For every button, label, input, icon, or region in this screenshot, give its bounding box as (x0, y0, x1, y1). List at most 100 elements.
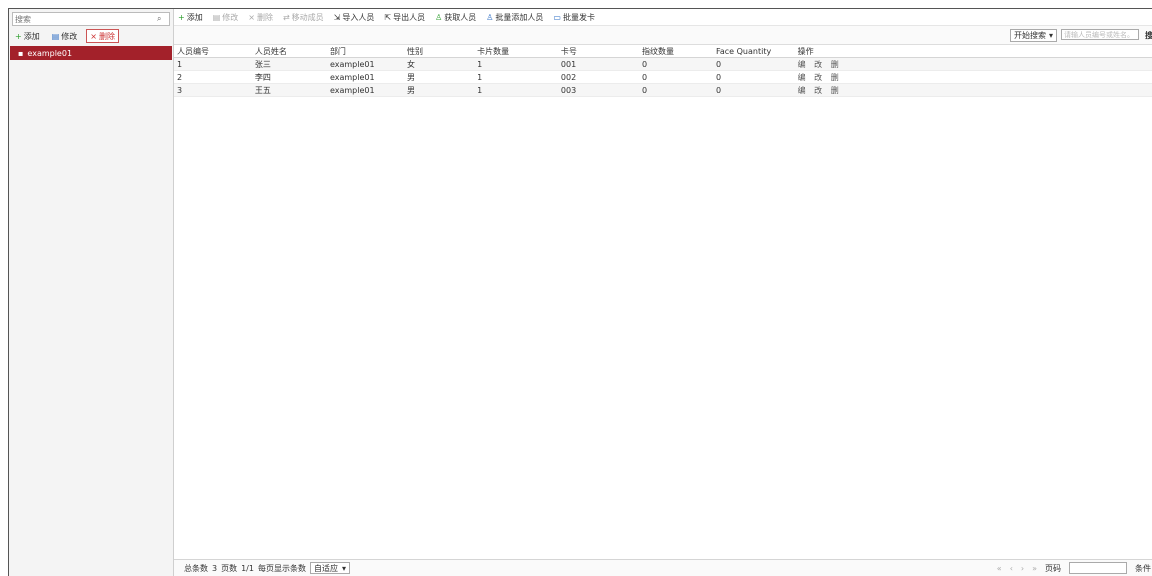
table-row[interactable]: 1 张三 example01 女 1 001 0 0 编 改 删 (174, 57, 1152, 71)
column-header[interactable]: 指纹数量 (638, 45, 713, 58)
per-page-select[interactable]: 自适应 ▾ (309, 562, 350, 574)
cell-gender: 女 (404, 57, 475, 71)
column-header[interactable]: 性别 (404, 45, 475, 58)
table-header-row: 人员编号 人员姓名 部门 性别 卡片数量 卡号 指纹数量 Face Quanti… (174, 45, 1152, 58)
goto-label: 页码 (1045, 563, 1061, 573)
add-department-button[interactable]: + 添加 (12, 30, 43, 42)
batch-add-button[interactable]: ♙ 批量添加人员 (486, 12, 543, 23)
import-icon: ⇲ (333, 12, 341, 22)
department-toolbar: + 添加 ▤ 修改 × 删除 (12, 29, 119, 43)
personnel-panel: + 添加 ▤ 修改 × 删除 ⇄ 移动成员 ⇲ 导入人员 ⇱ 导出人员 ♙ 获取人员 ♙ 批量添… (174, 9, 1152, 576)
row-actions[interactable]: 编 改 删 (794, 83, 1152, 97)
edit-person-button[interactable]: ▤ 修改 (213, 12, 239, 23)
close-icon: × (90, 31, 97, 41)
delete-person-button[interactable]: × 删除 (248, 12, 273, 23)
personnel-toolbar: + 添加 ▤ 修改 × 删除 ⇄ 移动成员 ⇲ 导入人员 ⇱ 导出人员 ♙ 获取人员 ♙ 批量添… (174, 9, 1152, 26)
folder-icon: ▪ (18, 48, 24, 58)
cell-fingerprint-count: 0 (638, 83, 713, 97)
card-icon: ▭ (553, 12, 561, 22)
query-button[interactable]: 搜 (1145, 30, 1152, 41)
edit-department-button[interactable]: ▤ 修改 (49, 30, 81, 42)
batch-card-button[interactable]: ▭ 批量发卡 (553, 12, 595, 23)
plus-icon: + (15, 31, 22, 41)
cell-card-count: 1 (474, 83, 558, 97)
cell-id: 2 (174, 70, 252, 84)
batch-card-label: 批量发卡 (562, 12, 595, 22)
delete-department-label: 删除 (98, 31, 115, 41)
search-icon[interactable]: ⌕ (157, 14, 161, 24)
column-header[interactable]: 部门 (326, 45, 405, 58)
department-tree-item[interactable]: ▪ example01 (10, 46, 172, 60)
batch-add-label: 批量添加人员 (495, 12, 544, 22)
cell-card-number: 001 (557, 57, 639, 71)
sync-person-button[interactable]: ♙ 获取人员 (435, 12, 476, 23)
add-department-label: 添加 (23, 31, 40, 41)
plus-icon: + (178, 12, 185, 22)
edit-department-label: 修改 (61, 31, 78, 41)
cell-id: 3 (174, 83, 252, 97)
export-person-label: 导出人员 (393, 12, 426, 22)
add-person-button[interactable]: + 添加 (178, 12, 203, 23)
table-row[interactable]: 3 王五 example01 男 1 003 0 0 编 改 删 (174, 83, 1152, 97)
import-person-button[interactable]: ⇲ 导入人员 (334, 12, 375, 23)
query-input[interactable]: 请输人员编号或姓名。 (1061, 29, 1139, 40)
export-icon: ⇱ (384, 12, 392, 22)
add-person-label: 添加 (186, 12, 203, 22)
cell-fingerprint-count: 0 (638, 70, 713, 84)
cell-gender: 男 (404, 83, 475, 97)
cell-card-count: 1 (474, 57, 558, 71)
cell-gender: 男 (404, 70, 475, 84)
column-header[interactable]: 人员姓名 (251, 45, 327, 58)
cell-id: 1 (174, 57, 252, 71)
goto-page-input[interactable] (1069, 562, 1127, 574)
sync-person-label: 获取人员 (444, 12, 477, 22)
department-search[interactable]: ⌕ (12, 12, 170, 26)
per-page-label: 每页显示条数 (257, 563, 306, 573)
pagination-bar: 总条数 3 页数 1/1 每页显示条数 自适应 ▾ « ‹ › » 页码 条件 (174, 559, 1152, 576)
row-actions[interactable]: 编 改 删 (794, 57, 1152, 71)
total-value: 3 (212, 563, 218, 573)
pager: « ‹ › » 页码 条件 (997, 560, 1152, 576)
department-panel: ⌕ +添加 ▤修改 ×删除 ▪ example01 (9, 9, 174, 576)
column-header[interactable]: 人员编号 (174, 45, 252, 58)
query-placeholder: 请输人员编号或姓名。 (1064, 30, 1134, 39)
edit-icon: ▤ (212, 12, 221, 22)
column-header[interactable]: 卡号 (557, 45, 639, 58)
query-bar: 开始搜索 ▾ 请输人员编号或姓名。 搜 (174, 26, 1152, 45)
close-icon: × (248, 12, 255, 22)
total-label: 总条数 (184, 563, 208, 573)
delete-department-button[interactable]: × 删除 (86, 29, 119, 43)
first-page-icon[interactable]: « (997, 564, 1002, 573)
query-field-label: 开始搜索 (1013, 31, 1046, 40)
last-page-icon[interactable]: » (1032, 564, 1037, 573)
cell-name: 王五 (251, 83, 327, 97)
cell-department: example01 (326, 70, 405, 84)
table-row[interactable]: 2 李四 example01 男 1 002 0 0 编 改 删 (174, 70, 1152, 84)
import-person-label: 导入人员 (342, 12, 375, 22)
column-header: 操作 (794, 45, 1152, 58)
delete-person-label: 删除 (256, 12, 273, 22)
cell-department: example01 (326, 83, 405, 97)
end-label: 条件 (1135, 563, 1151, 573)
personnel-table: 人员编号 人员姓名 部门 性别 卡片数量 卡号 指纹数量 Face Quanti… (174, 45, 1152, 97)
department-search-input[interactable] (13, 14, 157, 24)
column-header[interactable]: Face Quantity (712, 45, 795, 58)
edit-person-label: 修改 (222, 12, 239, 22)
pagination-info: 总条数 3 页数 1/1 每页显示条数 自适应 ▾ (184, 562, 350, 574)
app-window: ⌕ +添加 ▤修改 ×删除 ▪ example01 +添加 ▤修改 ×删除 ⇄移… (8, 8, 1152, 576)
export-person-button[interactable]: ⇱ 导出人员 (384, 12, 425, 23)
prev-page-icon[interactable]: ‹ (1010, 564, 1013, 573)
person-icon: ♙ (435, 12, 443, 22)
cell-fingerprint-count: 0 (638, 57, 713, 71)
query-field-select[interactable]: 开始搜索 ▾ (1009, 29, 1057, 42)
column-header[interactable]: 卡片数量 (474, 45, 558, 58)
cell-face-quantity: 0 (712, 57, 795, 71)
cell-face-quantity: 0 (712, 70, 795, 84)
row-actions[interactable]: 编 改 删 (794, 70, 1152, 84)
edit-icon: ▤ (51, 31, 60, 41)
chevron-down-icon: ▾ (341, 563, 346, 573)
per-page-value: 自适应 (313, 563, 338, 573)
move-member-button[interactable]: ⇄ 移动成员 (283, 12, 324, 23)
next-page-icon[interactable]: › (1021, 564, 1024, 573)
group-icon: ♙ (486, 12, 494, 22)
